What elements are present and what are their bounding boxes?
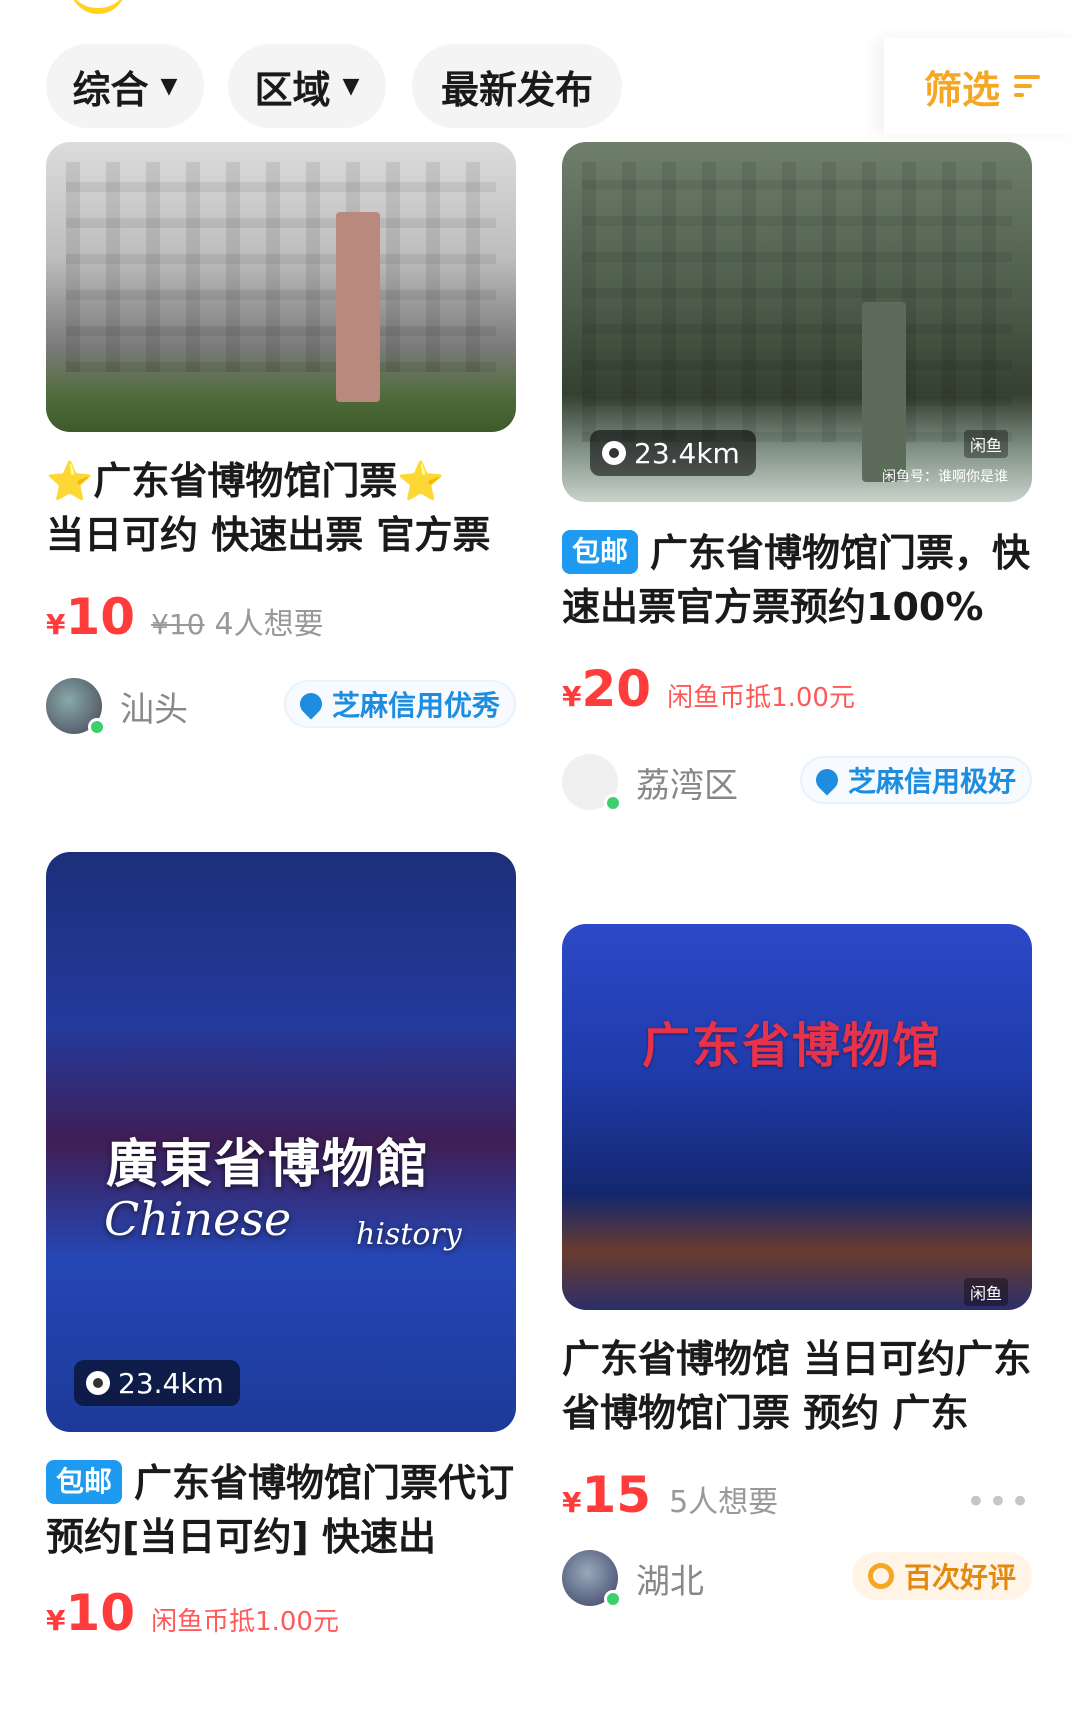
price-row: ¥20 闲鱼币抵1.00元 bbox=[562, 660, 1032, 718]
avatar[interactable] bbox=[562, 1550, 622, 1608]
online-dot bbox=[604, 1590, 622, 1608]
original-price: ¥10 bbox=[151, 608, 205, 641]
seller-city: 汕头 bbox=[120, 689, 188, 730]
price: ¥20 bbox=[562, 660, 652, 718]
product-image[interactable] bbox=[46, 142, 516, 432]
price: ¥10 bbox=[46, 1584, 136, 1642]
sort-label: 综合 bbox=[72, 67, 149, 112]
xianyu-watermark: 闲鱼 bbox=[963, 430, 1008, 458]
location-pin-icon bbox=[86, 1371, 110, 1395]
xianyu-id: 闲鱼号：谁啊你是谁 bbox=[882, 469, 1008, 485]
seller-row: 荔湾区 芝麻信用极好 bbox=[562, 752, 1032, 812]
avatar[interactable] bbox=[46, 678, 106, 736]
seller-city: 荔湾区 bbox=[636, 765, 738, 806]
seller-row: 汕头 芝麻信用优秀 bbox=[46, 676, 516, 736]
product-title[interactable]: 包邮 广东省博物馆门票代订预约[当日可约] 快速出 bbox=[46, 1456, 516, 1564]
want-count: 4人想要 bbox=[214, 607, 324, 642]
product-image[interactable]: 廣東省博物館 Chinese history 23.4km bbox=[46, 852, 516, 1432]
free-shipping-tag: 包邮 bbox=[46, 1459, 123, 1504]
latest-label: 最新发布 bbox=[440, 67, 593, 112]
online-dot bbox=[88, 718, 106, 736]
avatar[interactable] bbox=[562, 754, 622, 812]
product-card[interactable]: ⭐广东省博物馆门票⭐ 当日可约 快速出票 官方票 ¥10 ¥10 4人想要 汕头… bbox=[46, 142, 516, 736]
sesame-credit-icon bbox=[295, 688, 327, 720]
sesame-credit-icon bbox=[811, 764, 843, 796]
star-icon: ⭐ bbox=[46, 459, 94, 503]
sort-dropdown[interactable]: 综合 ▼ bbox=[46, 44, 204, 128]
product-image[interactable]: 广东省博物馆 闲鱼 bbox=[562, 924, 1032, 1310]
star-icon: ⭐ bbox=[397, 459, 445, 503]
price-row: ¥10 闲鱼币抵1.00元 bbox=[46, 1584, 516, 1642]
free-shipping-tag: 包邮 bbox=[562, 529, 639, 574]
credit-badge: 芝麻信用极好 bbox=[799, 756, 1032, 804]
credit-badge: 芝麻信用优秀 bbox=[283, 680, 516, 728]
product-title[interactable]: 包邮 广东省博物馆门票，快速出票官方票预约100% bbox=[562, 526, 1032, 634]
location-pin-icon bbox=[602, 441, 626, 465]
distance-badge: 23.4km bbox=[590, 430, 756, 476]
product-card[interactable]: 23.4km 闲鱼 闲鱼号：谁啊你是谁 包邮 广东省博物馆门票，快速出票官方票预约… bbox=[562, 142, 1032, 812]
museum-sign bbox=[862, 302, 906, 482]
caret-down-icon: ▼ bbox=[342, 73, 360, 99]
overlay-cn-title: 廣東省博物館 bbox=[106, 1134, 431, 1195]
museum-sign bbox=[336, 212, 380, 402]
seller-city: 湖北 bbox=[636, 1561, 704, 1602]
review-icon bbox=[867, 1563, 894, 1589]
online-dot bbox=[604, 794, 622, 812]
product-image[interactable]: 23.4km 闲鱼 闲鱼号：谁啊你是谁 bbox=[562, 142, 1032, 502]
price: ¥10 bbox=[46, 588, 136, 646]
price-row: ¥15 5人想要 ••• bbox=[562, 1466, 1032, 1524]
caret-down-icon: ▼ bbox=[160, 73, 178, 99]
good-review-badge: 百次好评 bbox=[851, 1552, 1032, 1600]
overlay-red-title: 广东省博物馆 bbox=[642, 1018, 943, 1074]
product-title[interactable]: ⭐广东省博物馆门票⭐ 当日可约 快速出票 官方票 bbox=[46, 454, 516, 562]
price: ¥15 bbox=[562, 1466, 652, 1524]
product-card[interactable]: 广东省博物馆 闲鱼 广东省博物馆 当日可约广东省博物馆门票 预约 广东 ¥15 … bbox=[562, 924, 1032, 1608]
product-card[interactable]: 廣東省博物館 Chinese history 23.4km 包邮 广东省博物馆门票… bbox=[46, 852, 516, 1642]
top-indicator bbox=[70, 0, 126, 14]
more-icon[interactable]: ••• bbox=[966, 1482, 1032, 1522]
filter-label: 筛选 bbox=[923, 67, 1000, 112]
region-dropdown[interactable]: 区域 ▼ bbox=[228, 44, 386, 128]
region-label: 区域 bbox=[254, 67, 331, 112]
seller-row: 湖北 百次好评 bbox=[562, 1548, 1032, 1608]
filter-bar: 综合 ▼ 区域 ▼ 最新发布 筛选 bbox=[0, 38, 1080, 134]
xianyu-watermark: 闲鱼 bbox=[963, 1278, 1008, 1306]
price-row: ¥10 ¥10 4人想要 bbox=[46, 588, 516, 646]
product-subtitle: 当日可约 快速出票 官方票 bbox=[46, 513, 491, 557]
overlay-en-title: Chinese bbox=[104, 1192, 292, 1246]
want-count: 5人想要 bbox=[669, 1485, 779, 1520]
product-title[interactable]: 广东省博物馆 当日可约广东省博物馆门票 预约 广东 bbox=[562, 1332, 1032, 1440]
filter-icon bbox=[1014, 70, 1040, 102]
filter-button[interactable]: 筛选 bbox=[884, 38, 1080, 134]
coin-discount: 闲鱼币抵1.00元 bbox=[151, 1607, 339, 1637]
overlay-en-subtitle: history bbox=[356, 1217, 462, 1252]
distance-badge: 23.4km bbox=[74, 1360, 240, 1406]
coin-discount: 闲鱼币抵1.00元 bbox=[667, 683, 855, 713]
latest-tab[interactable]: 最新发布 bbox=[412, 44, 622, 128]
